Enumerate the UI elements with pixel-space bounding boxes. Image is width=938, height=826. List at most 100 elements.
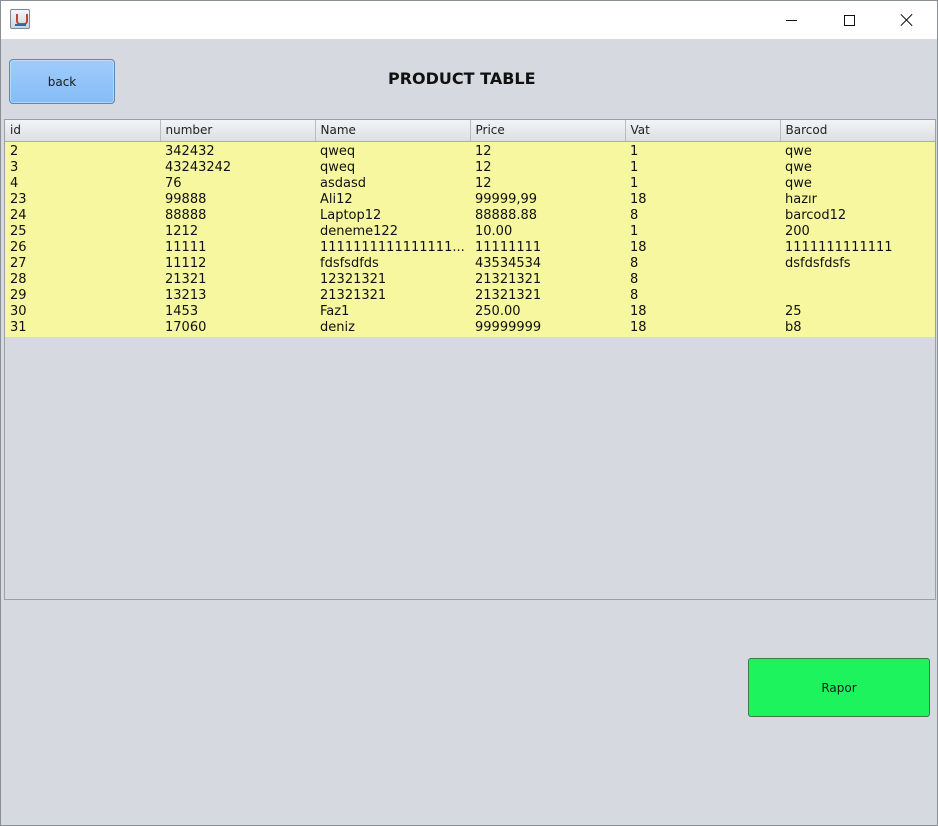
table-cell-barcod[interactable]: barcod12 bbox=[780, 207, 935, 224]
table-cell-id[interactable]: 23 bbox=[5, 191, 160, 208]
table-cell-name[interactable]: Ali12 bbox=[315, 191, 470, 208]
table-cell-name[interactable]: deneme122 bbox=[315, 223, 470, 240]
table-cell-name[interactable]: Faz1 bbox=[315, 303, 470, 320]
column-header-name[interactable]: Name bbox=[315, 120, 471, 142]
close-button[interactable] bbox=[878, 1, 936, 39]
table-cell-id[interactable]: 30 bbox=[5, 303, 160, 320]
table-cell-id[interactable]: 28 bbox=[5, 271, 160, 288]
table-cell-barcod[interactable]: dsfdsfdsfs bbox=[780, 255, 935, 272]
product-table[interactable]: id number Name Price Vat Barcod 2 342432 qweq 12… bbox=[5, 120, 935, 337]
table-row[interactable]: 2 342432 qweq 12 1 qwe bbox=[5, 141, 935, 160]
table-cell-price[interactable]: 12 bbox=[470, 141, 625, 160]
table-cell-id[interactable]: 29 bbox=[5, 287, 160, 304]
java-cup-icon[interactable] bbox=[10, 9, 30, 29]
table-cell-vat[interactable]: 18 bbox=[625, 319, 780, 337]
table-cell-name[interactable]: fdsfsdfds bbox=[315, 255, 470, 272]
table-cell-price[interactable]: 21321321 bbox=[470, 271, 625, 288]
back-button[interactable]: back bbox=[9, 59, 115, 104]
table-cell-id[interactable]: 25 bbox=[5, 223, 160, 240]
table-cell-barcod[interactable]: 25 bbox=[780, 303, 935, 320]
table-cell-price[interactable]: 99999999 bbox=[470, 319, 625, 337]
table-cell-vat[interactable]: 1 bbox=[625, 141, 780, 160]
table-cell-number[interactable]: 21321 bbox=[160, 271, 315, 288]
table-cell-vat[interactable]: 8 bbox=[625, 255, 780, 272]
maximize-button[interactable] bbox=[820, 1, 878, 39]
table-cell-price[interactable]: 43534534 bbox=[470, 255, 625, 272]
column-header-number[interactable]: number bbox=[160, 120, 316, 142]
column-header-barcod[interactable]: Barcod bbox=[780, 120, 935, 142]
table-cell-name[interactable]: asdasd bbox=[315, 175, 470, 192]
table-cell-number[interactable]: 11111 bbox=[160, 239, 315, 256]
product-table-scrollpane[interactable]: id number Name Price Vat Barcod 2 342432 qweq 12… bbox=[4, 119, 936, 600]
table-cell-vat[interactable]: 1 bbox=[625, 159, 780, 176]
table-cell-barcod[interactable]: qwe bbox=[780, 159, 935, 176]
rapor-button[interactable]: Rapor bbox=[748, 658, 930, 717]
table-cell-name[interactable]: Laptop12 bbox=[315, 207, 470, 224]
column-header-vat[interactable]: Vat bbox=[625, 120, 781, 142]
column-header-price[interactable]: Price bbox=[470, 120, 626, 142]
table-cell-price[interactable]: 21321321 bbox=[470, 287, 625, 304]
table-cell-number[interactable]: 1212 bbox=[160, 223, 315, 240]
table-cell-price[interactable]: 88888.88 bbox=[470, 207, 625, 224]
table-cell-number[interactable]: 17060 bbox=[160, 319, 315, 337]
table-row[interactable]: 27 11112 fdsfsdfds 43534534 8 dsfdsfdsfs bbox=[5, 255, 935, 272]
table-row[interactable]: 31 17060 deniz 99999999 18 b8 bbox=[5, 319, 935, 337]
table-cell-price[interactable]: 10.00 bbox=[470, 223, 625, 240]
table-row[interactable]: 3 43243242 qweq 12 1 qwe bbox=[5, 159, 935, 176]
table-cell-vat[interactable]: 8 bbox=[625, 271, 780, 288]
table-cell-name[interactable]: 21321321 bbox=[315, 287, 470, 304]
table-cell-barcod[interactable]: 200 bbox=[780, 223, 935, 240]
table-cell-price[interactable]: 250.00 bbox=[470, 303, 625, 320]
table-cell-id[interactable]: 24 bbox=[5, 207, 160, 224]
table-cell-price[interactable]: 11111111 bbox=[470, 239, 625, 256]
table-cell-barcod[interactable] bbox=[780, 287, 935, 304]
table-cell-id[interactable]: 31 bbox=[5, 319, 160, 337]
table-cell-number[interactable]: 1453 bbox=[160, 303, 315, 320]
table-cell-id[interactable]: 27 bbox=[5, 255, 160, 272]
table-cell-barcod[interactable]: b8 bbox=[780, 319, 935, 337]
table-cell-barcod[interactable]: hazır bbox=[780, 191, 935, 208]
table-cell-barcod[interactable]: 1111111111111 bbox=[780, 239, 935, 256]
table-cell-id[interactable]: 4 bbox=[5, 175, 160, 192]
table-cell-number[interactable]: 88888 bbox=[160, 207, 315, 224]
table-cell-price[interactable]: 12 bbox=[470, 159, 625, 176]
table-row[interactable]: 28 21321 12321321 21321321 8 bbox=[5, 271, 935, 288]
table-header-row: id number Name Price Vat Barcod bbox=[5, 120, 935, 142]
table-row[interactable]: 30 1453 Faz1 250.00 18 25 bbox=[5, 303, 935, 320]
table-cell-name[interactable]: 1111111111111111... bbox=[315, 239, 470, 256]
table-cell-number[interactable]: 11112 bbox=[160, 255, 315, 272]
table-row[interactable]: 29 13213 21321321 21321321 8 bbox=[5, 287, 935, 304]
table-cell-vat[interactable]: 1 bbox=[625, 223, 780, 240]
table-cell-number[interactable]: 13213 bbox=[160, 287, 315, 304]
minimize-button[interactable] bbox=[762, 1, 820, 39]
table-cell-number[interactable]: 342432 bbox=[160, 141, 315, 160]
table-cell-number[interactable]: 99888 bbox=[160, 191, 315, 208]
table-cell-barcod[interactable]: qwe bbox=[780, 175, 935, 192]
title-bar bbox=[1, 1, 937, 39]
table-row[interactable]: 4 76 asdasd 12 1 qwe bbox=[5, 175, 935, 192]
table-cell-name[interactable]: 12321321 bbox=[315, 271, 470, 288]
table-cell-vat[interactable]: 8 bbox=[625, 207, 780, 224]
table-row[interactable]: 25 1212 deneme122 10.00 1 200 bbox=[5, 223, 935, 240]
table-cell-number[interactable]: 76 bbox=[160, 175, 315, 192]
table-cell-name[interactable]: qweq bbox=[315, 159, 470, 176]
table-cell-price[interactable]: 99999,99 bbox=[470, 191, 625, 208]
table-cell-id[interactable]: 2 bbox=[5, 141, 160, 160]
table-cell-price[interactable]: 12 bbox=[470, 175, 625, 192]
table-cell-name[interactable]: deniz bbox=[315, 319, 470, 337]
table-cell-vat[interactable]: 1 bbox=[625, 175, 780, 192]
table-cell-barcod[interactable] bbox=[780, 271, 935, 288]
table-row[interactable]: 26 11111 1111111111111111... 11111111 18 1111… bbox=[5, 239, 935, 256]
table-row[interactable]: 23 99888 Ali12 99999,99 18 hazır bbox=[5, 191, 935, 208]
table-cell-vat[interactable]: 8 bbox=[625, 287, 780, 304]
table-cell-vat[interactable]: 18 bbox=[625, 239, 780, 256]
table-cell-vat[interactable]: 18 bbox=[625, 191, 780, 208]
table-cell-number[interactable]: 43243242 bbox=[160, 159, 315, 176]
column-header-id[interactable]: id bbox=[5, 120, 161, 142]
table-cell-id[interactable]: 3 bbox=[5, 159, 160, 176]
table-cell-name[interactable]: qweq bbox=[315, 141, 470, 160]
table-cell-id[interactable]: 26 bbox=[5, 239, 160, 256]
table-cell-barcod[interactable]: qwe bbox=[780, 141, 935, 160]
table-row[interactable]: 24 88888 Laptop12 88888.88 8 barcod12 bbox=[5, 207, 935, 224]
table-cell-vat[interactable]: 18 bbox=[625, 303, 780, 320]
